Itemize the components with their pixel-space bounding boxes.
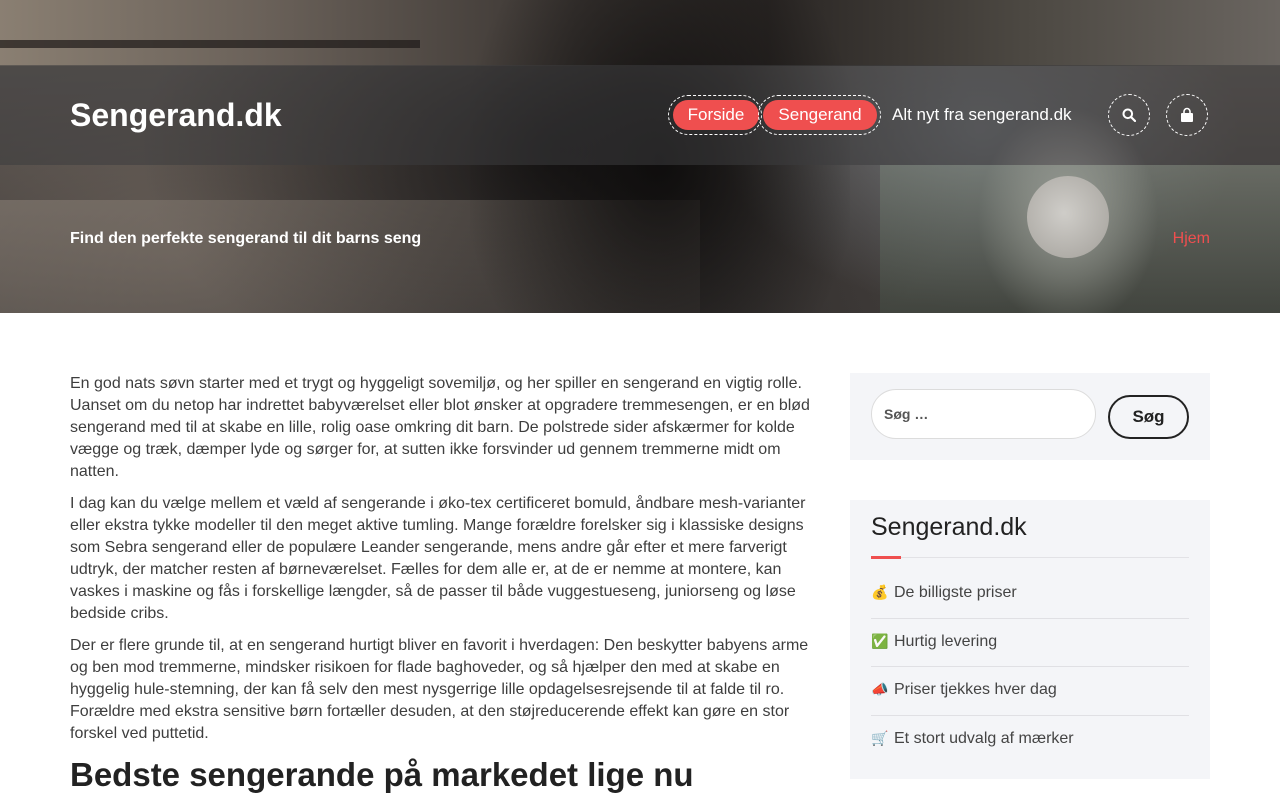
list-item-label: Hurtig levering: [894, 632, 998, 650]
intro-paragraph-1: En god nats søvn starter med et trygt og…: [70, 375, 810, 480]
header-search-button[interactable]: [1108, 94, 1150, 136]
nav-item-sengerand-outline: Sengerand: [758, 95, 881, 135]
hero-background-lamp: [1027, 176, 1109, 258]
money-bag-icon: 💰: [871, 585, 889, 601]
sidebar-features-widget: Sengerand.dk 💰 De billigste priser ✅ Hurti…: [850, 500, 1210, 779]
intro-paragraph-2: I dag kan du vælge mellem et væld af sen…: [70, 495, 806, 622]
nav-item-forside-outline: Forside: [668, 95, 762, 135]
main-content: En god nats søvn starter med et trygt og…: [70, 373, 815, 795]
megaphone-icon: 📣: [871, 682, 889, 698]
list-item: 💰 De billigste priser: [871, 570, 1189, 619]
nav-item-forside[interactable]: Forside: [673, 100, 759, 130]
intro-paragraph-3: Der er flere grunde til, at en sengerand…: [70, 637, 809, 742]
section-heading: Bedste sengerande på markedet lige nu: [70, 756, 694, 793]
feature-list: 💰 De billigste priser ✅ Hurtig levering 📣 P…: [871, 570, 1189, 764]
nav-item-news[interactable]: Alt nyt fra sengerand.dk: [892, 100, 1072, 130]
list-item-label: De billigste priser: [894, 584, 1017, 601]
hero-tagline: Find den perfekte sengerand til dit barn…: [70, 230, 422, 247]
list-item: 📣 Priser tjekkes hver dag: [871, 667, 1189, 716]
hero-banner: Sengerand.dk Forside Sengerand Alt nyt f…: [0, 0, 1280, 313]
list-item: 🛒 Et stort udvalg af mærker: [871, 716, 1189, 765]
search-submit-button[interactable]: Søg: [1108, 395, 1189, 439]
shopping-bag-icon: [1181, 107, 1193, 122]
widget-title-accent: [871, 556, 901, 559]
site-logo[interactable]: Sengerand.dk: [70, 96, 282, 134]
list-item-label: Et stort udvalg af mærker: [894, 729, 1074, 747]
check-mark-icon: ✅: [871, 633, 889, 650]
shopping-cart-icon: 🛒: [871, 730, 889, 747]
list-item: ✅ Hurtig levering: [871, 619, 1189, 667]
list-item-label: Priser tjekkes hver dag: [894, 681, 1057, 698]
widget-title: Sengerand.dk: [871, 513, 1027, 541]
header-cart-button[interactable]: [1166, 94, 1208, 136]
search-icon: [1122, 108, 1136, 122]
widget-title-divider: [871, 557, 1189, 558]
sidebar-search-widget: Søg: [850, 373, 1210, 460]
nav-item-sengerand[interactable]: Sengerand: [763, 100, 877, 130]
search-input[interactable]: [871, 389, 1096, 439]
breadcrumb-home[interactable]: Hjem: [1173, 228, 1210, 250]
